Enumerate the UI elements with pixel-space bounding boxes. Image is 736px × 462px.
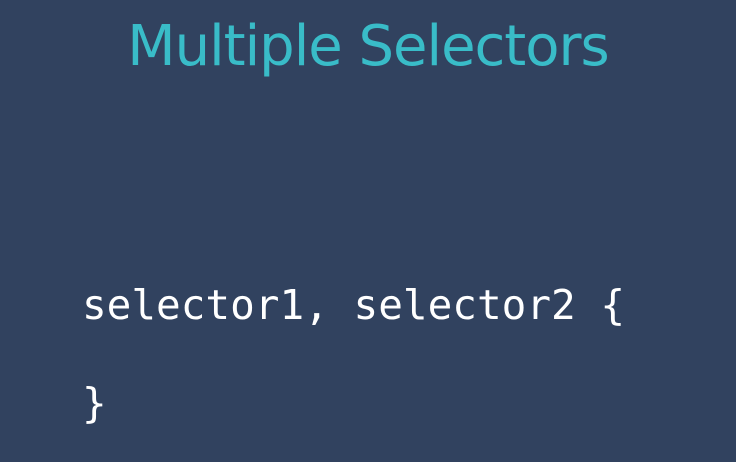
slide: Multiple Selectors selector1, selector2 … <box>0 0 736 462</box>
code-line-selectors: selector1, selector2 { <box>82 281 626 329</box>
slide-title: Multiple Selectors <box>127 14 609 79</box>
code-line-closing-brace: } <box>82 379 107 427</box>
